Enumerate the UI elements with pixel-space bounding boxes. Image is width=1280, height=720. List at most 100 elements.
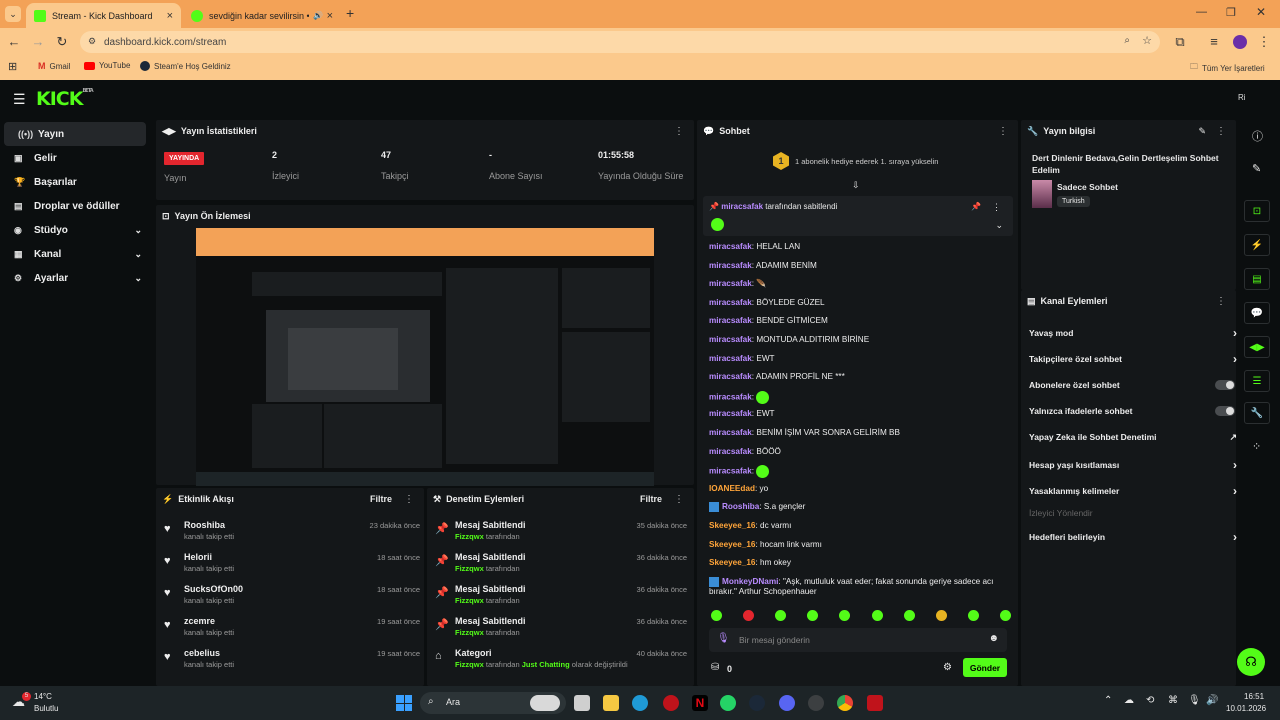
chat-username[interactable]: miracsafak: [709, 392, 752, 401]
sidebar-item-ayarlar[interactable]: ⚙ Ayarlar ⌄: [0, 266, 150, 290]
chat-settings-icon[interactable]: ⚙: [943, 662, 952, 673]
activity-item[interactable]: ♥ Rooshiba kanalı takip etti 23 dakika önce: [164, 520, 420, 552]
edge-icon[interactable]: [632, 695, 648, 711]
chat-message[interactable]: IOANEEdad: yo: [709, 484, 768, 493]
back-arrow-icon[interactable]: ←: [6, 34, 22, 49]
star-icon[interactable]: ☆: [1142, 34, 1152, 47]
chat-username[interactable]: Skeeyee_16: [709, 540, 755, 549]
chevron-down-icon[interactable]: ⌄: [995, 220, 1003, 231]
sidebar-item-yayin[interactable]: ((•)) Yayın: [4, 122, 146, 146]
netflix-icon[interactable]: N: [692, 695, 708, 711]
toggle-switch[interactable]: [1215, 406, 1235, 416]
chat-input[interactable]: 🎙 Bir mesaj gönderin ☻: [709, 628, 1007, 652]
document-icon[interactable]: ▤: [1244, 268, 1270, 290]
emote-icon[interactable]: [839, 610, 851, 621]
file-explorer-icon[interactable]: [603, 695, 619, 711]
xbox-icon[interactable]: [808, 695, 824, 711]
action-slow-mode[interactable]: Yavaş mod ›: [1029, 320, 1237, 346]
moderation-item[interactable]: 📌 Mesaj Sabitlendi Fizzqwx tarafından 35 da…: [435, 520, 687, 552]
stats-icon[interactable]: ◀▶: [1244, 336, 1270, 358]
clock-date[interactable]: 10.01.2026: [1226, 704, 1266, 713]
sidebar-item-kanal[interactable]: ▦ Kanal ⌄: [0, 242, 150, 266]
activity-filter-button[interactable]: Filtre: [370, 494, 392, 504]
chat-username[interactable]: IOANEEdad: [709, 484, 755, 493]
apps-grid-icon[interactable]: ⊞: [8, 60, 17, 73]
chat-username[interactable]: MonkeyDNami: [722, 577, 778, 586]
sidebar-item-gelir[interactable]: ▣ Gelir: [0, 146, 150, 170]
tray-volume-icon[interactable]: 🔊: [1206, 695, 1218, 706]
emote-icon[interactable]: [999, 610, 1011, 621]
chat-username[interactable]: miracsafak: [709, 298, 752, 307]
opera-icon[interactable]: [663, 695, 679, 711]
close-icon[interactable]: ×: [167, 10, 173, 22]
more-options-icon[interactable]: ⋮: [674, 126, 684, 137]
action-account-age[interactable]: Hesap yaşı kısıtlaması ›: [1029, 452, 1237, 478]
send-button[interactable]: Gönder: [963, 658, 1007, 677]
action-subs-only[interactable]: Abonelere özel sohbet: [1029, 372, 1235, 398]
chat-username[interactable]: miracsafak: [709, 428, 752, 437]
emote-icon[interactable]: [903, 610, 915, 621]
whatsapp-icon[interactable]: [720, 695, 736, 711]
chat-icon[interactable]: 💬: [1244, 302, 1270, 324]
chat-message[interactable]: miracsafak: BÖÖÖ: [709, 447, 781, 456]
emote-icon[interactable]: [967, 610, 979, 621]
emote-icon[interactable]: [807, 610, 819, 621]
chat-message[interactable]: MonkeyDNami: "Aşk, mutluluk vaat eder; f…: [709, 576, 993, 596]
moderation-item[interactable]: 📌 Mesaj Sabitlendi Fizzqwx tarafından 36 da…: [435, 552, 687, 584]
url-omnibox[interactable]: ⚙ dashboard.kick.com/stream ⌕ ☆: [80, 31, 1160, 53]
chat-username[interactable]: miracsafak: [709, 409, 752, 418]
chat-username[interactable]: miracsafak: [709, 467, 752, 476]
chat-message[interactable]: miracsafak: HELAL LAN: [709, 242, 800, 251]
moderation-item[interactable]: ⌂ Kategori Fizzqwx tarafından Just Chattin…: [435, 648, 687, 680]
minimize-icon[interactable]: —: [1196, 6, 1207, 18]
moderation-item[interactable]: 📌 Mesaj Sabitlendi Fizzqwx tarafından 36 da…: [435, 584, 687, 616]
window-close-icon[interactable]: ✕: [1256, 5, 1266, 19]
action-emote-only[interactable]: Yalnızca ifadelerle sohbet: [1029, 398, 1235, 424]
tray-sync-icon[interactable]: ⟲: [1146, 695, 1154, 706]
moderation-item[interactable]: 📌 Mesaj Sabitlendi Fizzqwx tarafından 36 da…: [435, 616, 687, 648]
actions-icon[interactable]: ☰: [1244, 370, 1270, 392]
chat-username[interactable]: miracsafak: [709, 335, 752, 344]
toggle-switch[interactable]: [1215, 380, 1235, 390]
user-avatar[interactable]: Ri: [1238, 93, 1246, 102]
media-icon[interactable]: ≡: [1206, 34, 1222, 49]
edit-pencil-icon[interactable]: ✎: [1198, 126, 1206, 137]
chat-message[interactable]: miracsafak: EWT: [709, 409, 775, 418]
tray-mic-icon[interactable]: 🎙: [1188, 695, 1201, 706]
chat-username[interactable]: miracsafak: [709, 279, 752, 288]
more-options-icon[interactable]: ⋮: [1216, 126, 1226, 137]
more-options-icon[interactable]: ⋮: [404, 494, 414, 505]
stream-preview-video[interactable]: [196, 228, 654, 486]
reload-icon[interactable]: ↻: [54, 34, 70, 50]
chat-message[interactable]: Rooshiba: S.a gençler: [709, 502, 805, 513]
info-icon[interactable]: ⓘ: [1252, 128, 1263, 144]
chrome-icon[interactable]: [837, 695, 853, 711]
emote-icon[interactable]: [935, 610, 947, 621]
task-view-icon[interactable]: [574, 695, 590, 711]
mic-icon[interactable]: 🎙: [717, 633, 730, 644]
windows-start-icon[interactable]: [396, 695, 412, 711]
pin-icon[interactable]: 📌: [971, 202, 981, 211]
chat-message[interactable]: miracsafak:: [709, 390, 770, 404]
emoji-icon[interactable]: ☻: [988, 633, 999, 644]
hamburger-menu-icon[interactable]: ☰: [13, 91, 26, 108]
new-tab-plus-icon[interactable]: +: [346, 5, 354, 21]
action-goals[interactable]: Hedefleri belirleyin ›: [1029, 524, 1237, 550]
scroll-down-chevron-icon[interactable]: ⇩: [852, 180, 860, 191]
tab-kick-dashboard[interactable]: Stream - Kick Dashboard ×: [26, 3, 181, 28]
chat-username[interactable]: Skeeyee_16: [709, 521, 755, 530]
chat-message[interactable]: Skeeyee_16: hocam link varmı: [709, 540, 822, 549]
chat-username[interactable]: miracsafak: [709, 372, 752, 381]
chat-message[interactable]: miracsafak: BENDE GİTMİCEM: [709, 316, 828, 325]
pinned-message[interactable]: 📌 miracsafak tarafından sabitlendi 📌 ⋮ ⌄: [703, 196, 1013, 236]
emote-icon[interactable]: [711, 610, 722, 621]
emote-icon[interactable]: [743, 610, 755, 621]
forward-arrow-icon[interactable]: →: [30, 34, 46, 49]
extensions-icon[interactable]: ⧉: [1172, 34, 1188, 50]
emote-icon[interactable]: [775, 610, 787, 621]
widgets-icon[interactable]: ⁘: [1252, 440, 1261, 453]
sidebar-item-basarilar[interactable]: 🏆 Başarılar: [0, 170, 150, 194]
gift-leaderboard-banner[interactable]: 1 1 abonelik hediye ederek 1. sıraya yük…: [773, 152, 938, 170]
steam-icon[interactable]: [749, 695, 765, 711]
chat-message[interactable]: miracsafak: ADAMIN PROFİL NE ***: [709, 372, 845, 381]
